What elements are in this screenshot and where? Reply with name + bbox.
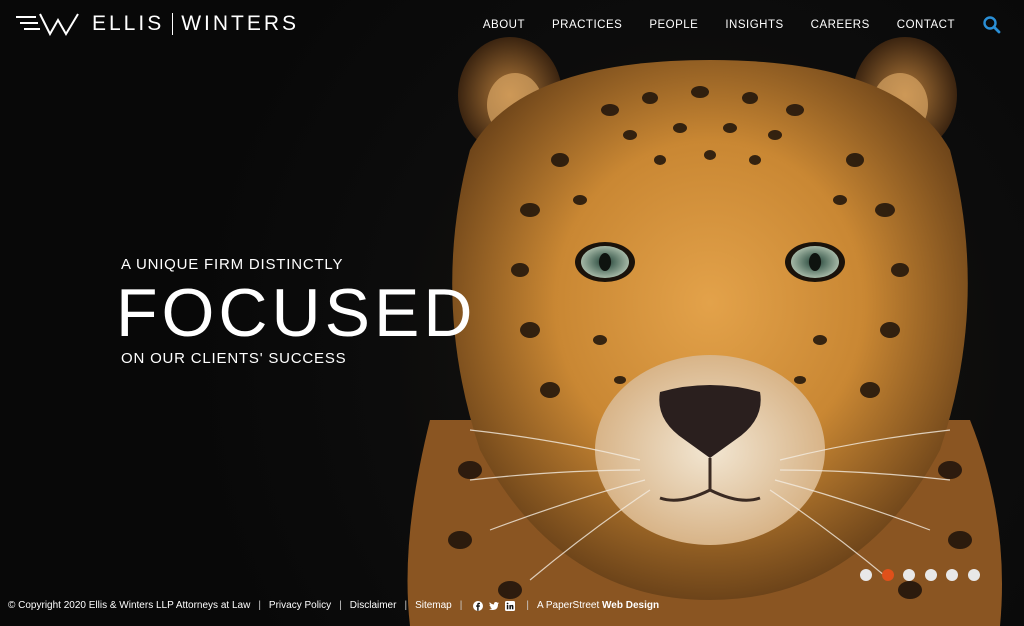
sitemap-link[interactable]: Sitemap <box>415 600 452 611</box>
facebook-icon[interactable] <box>473 600 484 611</box>
footer-divider: | <box>404 600 408 611</box>
nav-item-insights[interactable]: INSIGHTS <box>725 19 783 31</box>
web-design-credit-link[interactable]: Web Design <box>602 600 659 611</box>
brand-name-right: WINTERS <box>181 12 300 35</box>
site-footer: © Copyright 2020 Ellis & Winters LLP Att… <box>8 600 659 611</box>
copyright-text: © Copyright 2020 Ellis & Winters LLP Att… <box>8 600 251 611</box>
slider-dots <box>860 569 989 581</box>
site-header: ELLIS WINTERS ABOUT PRACTICES PEOPLE INS… <box>0 0 1024 46</box>
slider-dot[interactable] <box>903 569 915 581</box>
nav-item-about[interactable]: ABOUT <box>483 19 525 31</box>
nav-item-practices[interactable]: PRACTICES <box>552 19 622 31</box>
slider-dot-active[interactable] <box>881 569 894 581</box>
footer-divider: | <box>459 600 463 611</box>
brand-name-left: ELLIS <box>92 12 165 35</box>
disclaimer-link[interactable]: Disclaimer <box>350 600 397 611</box>
search-icon[interactable] <box>982 15 1002 35</box>
brand-divider <box>172 13 174 35</box>
nav-item-people[interactable]: PEOPLE <box>649 19 698 31</box>
nav-item-contact[interactable]: CONTACT <box>897 19 955 31</box>
linkedin-icon[interactable] <box>505 600 516 611</box>
footer-divider: | <box>258 600 261 611</box>
hero-tagline-bottom: ON OUR CLIENTS' SUCCESS <box>121 350 347 367</box>
logo[interactable]: ELLIS WINTERS <box>16 10 299 38</box>
footer-divider: | <box>526 600 529 611</box>
nav-item-careers[interactable]: CAREERS <box>811 19 870 31</box>
credit-prefix: A PaperStreet <box>536 600 600 611</box>
logo-w-icon <box>16 13 79 37</box>
slider-dot[interactable] <box>967 569 980 581</box>
footer-divider: | <box>339 600 342 611</box>
slider-dot[interactable] <box>924 569 937 581</box>
twitter-icon[interactable] <box>489 601 500 611</box>
main-nav: ABOUT PRACTICES PEOPLE INSIGHTS CAREERS … <box>483 15 1024 35</box>
privacy-policy-link[interactable]: Privacy Policy <box>269 600 331 611</box>
slider-dot[interactable] <box>860 569 872 581</box>
slider-dot[interactable] <box>946 569 958 581</box>
hero-tagline-top: A UNIQUE FIRM DISTINCTLY <box>121 256 344 273</box>
hero-headline: FOCUSED <box>116 275 477 351</box>
